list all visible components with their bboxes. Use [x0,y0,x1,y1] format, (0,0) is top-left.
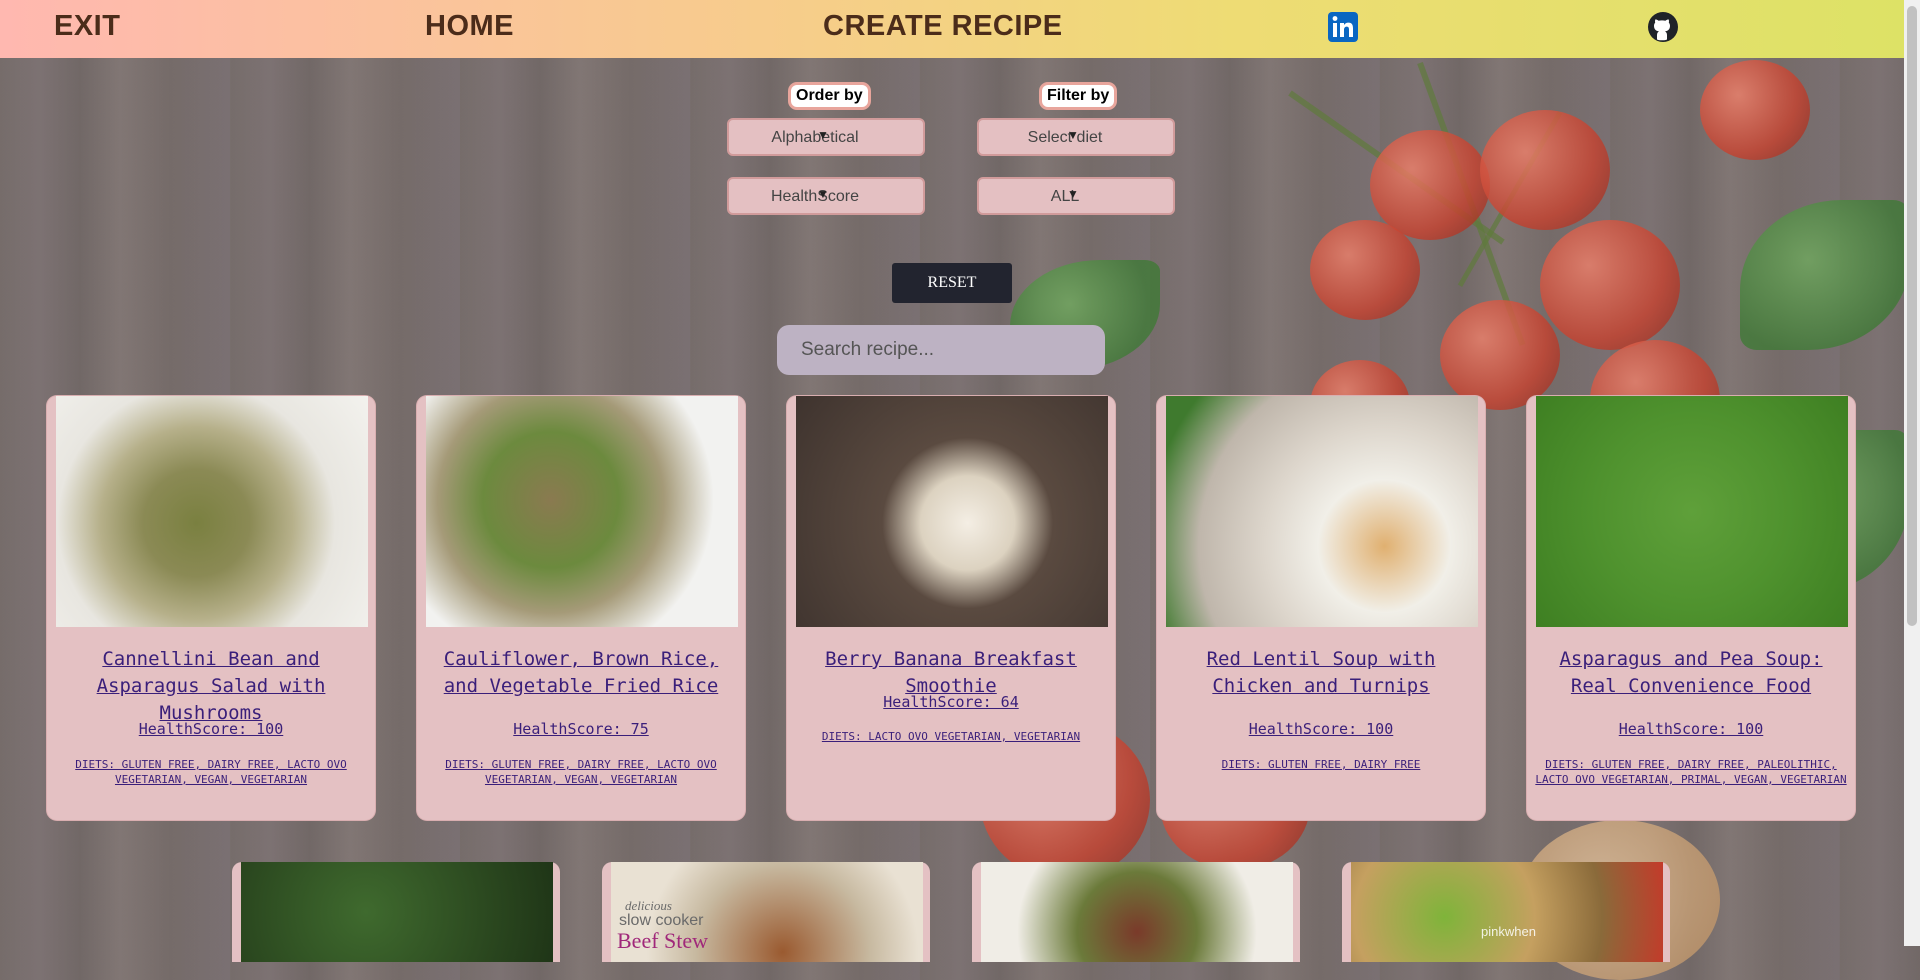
recipe-title[interactable]: Cannellini Bean and Asparagus Salad with… [53,646,369,727]
recipe-title[interactable]: Cauliflower, Brown Rice, and Vegetable F… [423,646,739,700]
recipe-image [426,396,738,627]
recipe-image: pinkwhen [1351,862,1663,962]
exit-link[interactable]: EXIT [54,10,120,43]
filter-by-label: Filter by [1042,85,1115,107]
chevron-down-icon: ▼ [1067,187,1079,201]
recipe-title[interactable]: Berry Banana Breakfast Smoothie [793,646,1109,700]
github-icon[interactable] [1648,12,1678,42]
linkedin-icon[interactable] [1328,12,1358,42]
recipe-image [241,862,553,962]
recipe-healthscore: HealthScore: 64 [883,693,1019,711]
filter-all-select[interactable]: ALL ▼ [977,177,1175,215]
recipe-card[interactable]: Asparagus and Pea Soup: Real Convenience… [1527,396,1855,820]
recipe-card[interactable]: Cannellini Bean and Asparagus Salad with… [47,396,375,820]
recipe-card[interactable]: Berry Banana Breakfast Smoothie HealthSc… [787,396,1115,820]
recipe-image: delicious slow cooker Beef Stew [611,862,923,962]
recipe-card[interactable]: delicious slow cooker Beef Stew [602,862,930,962]
recipe-card[interactable] [232,862,560,962]
home-link[interactable]: HOME [425,10,514,43]
order-healthscore-select[interactable]: HealthScore ▼ [727,177,925,215]
recipe-diets: DIETS: LACTO OVO VEGETARIAN, VEGETARIAN [821,730,1081,743]
recipe-title[interactable]: Asparagus and Pea Soup: Real Convenience… [1533,646,1849,700]
recipe-healthscore: HealthScore: 100 [1248,720,1394,738]
recipe-diets: DIETS: GLUTEN FREE, DAIRY FREE, LACTO OV… [75,758,347,786]
recipe-image [981,862,1293,962]
image-watermark: pinkwhen [1481,924,1536,939]
scrollbar-thumb[interactable] [1907,6,1917,626]
recipe-diets: DIETS: GLUTEN FREE, DAIRY FREE [1221,758,1421,771]
reset-button[interactable]: RESET [892,263,1012,303]
order-alphabetical-select[interactable]: Alphabetical ▼ [727,118,925,156]
stew-caption-3: Beef Stew [617,928,709,953]
recipe-image [1166,396,1478,627]
recipe-healthscore: HealthScore: 75 [513,720,649,738]
create-recipe-link[interactable]: CREATE RECIPE [823,10,1063,43]
chevron-down-icon: ▼ [1067,128,1079,142]
recipe-diets: DIETS: GLUTEN FREE, DAIRY FREE, LACTO OV… [445,758,717,786]
recipe-image [796,396,1108,627]
recipe-image [1536,396,1848,627]
order-by-label: Order by [791,85,868,107]
recipe-diets: DIETS: GLUTEN FREE, DAIRY FREE, PALEOLIT… [1535,758,1847,786]
scrollbar[interactable] [1904,0,1920,946]
recipe-card[interactable]: Cauliflower, Brown Rice, and Vegetable F… [417,396,745,820]
search-input[interactable]: Search recipe... [777,325,1105,375]
recipe-title[interactable]: Red Lentil Soup with Chicken and Turnips [1163,646,1479,700]
recipe-healthscore: HealthScore: 100 [138,720,284,738]
chevron-down-icon: ▼ [817,187,829,201]
recipe-card[interactable]: Red Lentil Soup with Chicken and Turnips… [1157,396,1485,820]
diet-select[interactable]: Select diet ▼ [977,118,1175,156]
chevron-down-icon: ▼ [817,128,829,142]
recipe-card[interactable] [972,862,1300,962]
navbar: EXIT HOME CREATE RECIPE [0,0,1904,58]
recipe-healthscore: HealthScore: 100 [1618,720,1764,738]
recipe-card[interactable]: pinkwhen [1342,862,1670,962]
recipe-image [56,396,368,627]
